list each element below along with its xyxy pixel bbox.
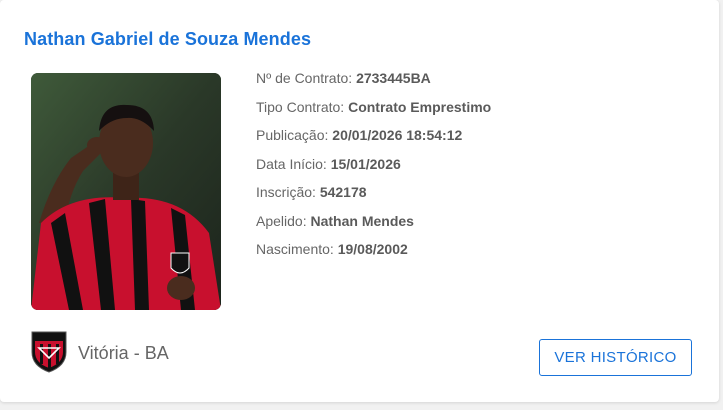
detail-label: Nº de Contrato:: [256, 70, 353, 86]
view-history-button[interactable]: VER HISTÓRICO: [539, 339, 692, 376]
contract-details: Nº de Contrato: 2733445BA Tipo Contrato:…: [256, 69, 491, 269]
detail-birth-date: Nascimento: 19/08/2002: [256, 240, 491, 269]
detail-contract-number: Nº de Contrato: 2733445BA: [256, 69, 491, 98]
detail-label: Apelido:: [256, 212, 307, 229]
detail-publication: Publicação: 20/01/2026 18:54:12: [256, 126, 491, 155]
club-info: Vitória - BA: [28, 328, 169, 379]
detail-value: 19/08/2002: [337, 241, 408, 257]
detail-value: 2733445BA: [356, 70, 431, 86]
detail-value: 15/01/2026: [330, 155, 401, 172]
club-crest-icon: [28, 328, 70, 379]
detail-nickname: Apelido: Nathan Mendes: [256, 212, 491, 241]
player-photo: [31, 73, 221, 310]
player-card: Nathan Gabriel de Souza Mendes Nº de Con…: [0, 0, 719, 402]
detail-value: Contrato Emprestimo: [348, 98, 492, 115]
detail-label: Tipo Contrato:: [256, 98, 345, 115]
detail-label: Inscrição:: [256, 184, 316, 200]
detail-contract-type: Tipo Contrato: Contrato Emprestimo: [256, 98, 491, 127]
detail-registration: Inscrição: 542178: [256, 183, 491, 212]
detail-label: Nascimento:: [256, 241, 334, 257]
detail-value: Nathan Mendes: [310, 212, 414, 229]
detail-value: 542178: [319, 184, 367, 200]
detail-start-date: Data Início: 15/01/2026: [256, 155, 491, 184]
player-name: Nathan Gabriel de Souza Mendes: [24, 29, 312, 49]
club-name: Vitória - BA: [78, 343, 169, 363]
detail-value: 20/01/2026 18:54:12: [332, 127, 463, 143]
detail-label: Publicação:: [256, 127, 329, 143]
detail-label: Data Início:: [256, 155, 327, 172]
